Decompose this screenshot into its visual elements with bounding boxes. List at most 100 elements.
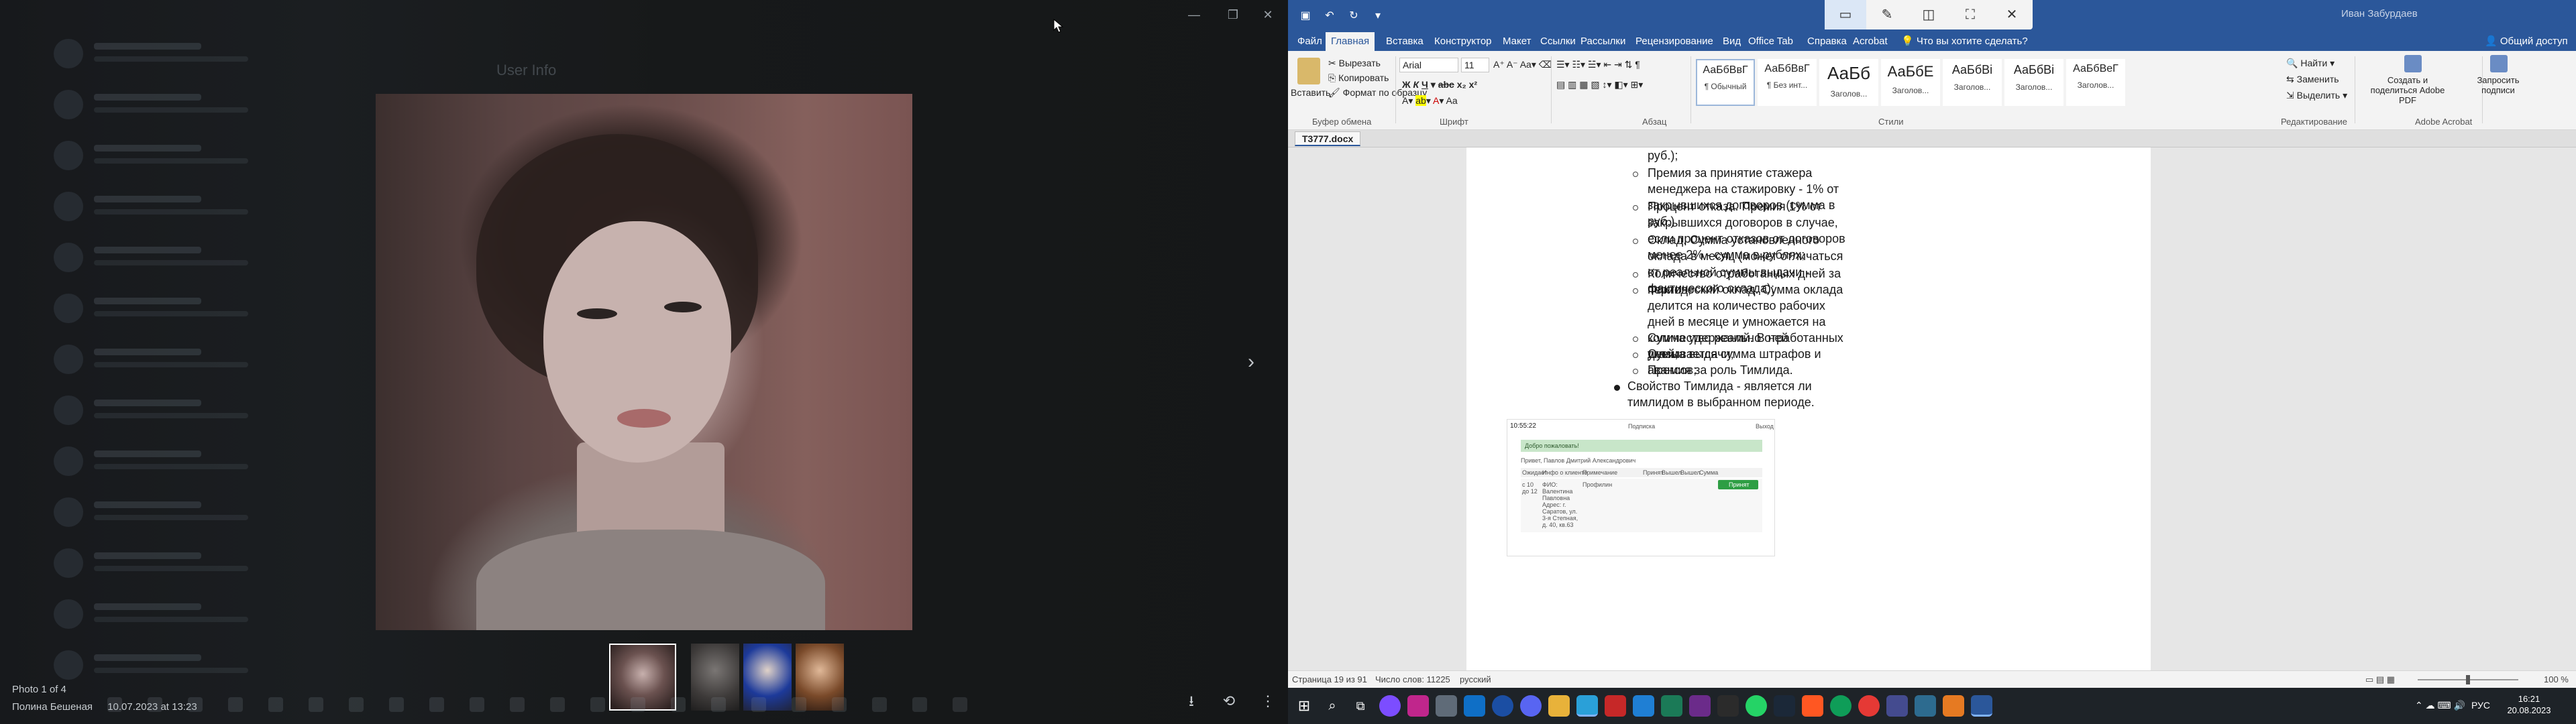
yandex-icon[interactable] <box>1858 695 1880 717</box>
start-windows-icon[interactable]: ⊞ <box>1293 695 1315 717</box>
app-icon-13[interactable] <box>1717 695 1739 717</box>
tab-insert[interactable]: Вставка <box>1381 32 1429 51</box>
fullscreen-snip-icon[interactable]: ⛶ <box>1949 0 1991 29</box>
style-heading-3[interactable]: АаБбВі Заголов... <box>1943 59 2002 106</box>
copy-button[interactable]: ⎘ Копировать <box>1328 72 1389 84</box>
paste-button[interactable]: Вставить <box>1291 87 1330 98</box>
language-indicator[interactable]: русский <box>1460 674 1491 684</box>
minimize-icon[interactable]: — <box>1182 5 1206 24</box>
create-pdf-icon[interactable] <box>2404 55 2422 72</box>
keyboard-language[interactable]: РУС <box>2471 700 2490 711</box>
page-counter[interactable]: Страница 19 из 91 <box>1292 674 1367 684</box>
clock-time: 16:21 <box>2518 694 2540 704</box>
close-icon[interactable]: ✕ <box>1256 5 1280 24</box>
more-options-icon[interactable]: ⋮ <box>1257 690 1279 712</box>
tab-acrobat[interactable]: Acrobat <box>1847 32 1893 51</box>
rotate-icon[interactable]: ⟲ <box>1218 690 1240 712</box>
font-name-field[interactable]: Arial <box>1399 58 1458 72</box>
file-explorer-icon[interactable] <box>1548 695 1570 717</box>
replace-button[interactable]: ⇆ Заменить <box>2286 74 2339 85</box>
rectangle-snip-icon[interactable]: ▭ <box>1825 0 1866 29</box>
cut-button[interactable]: ✂ Вырезать <box>1328 58 1381 69</box>
vscode-icon[interactable] <box>1633 695 1654 717</box>
bg-chat-item <box>54 339 275 379</box>
app-icon-4[interactable] <box>1464 695 1485 717</box>
format-buttons-row[interactable]: Ж К Ч ▾ abc x₂ x² <box>1402 79 1477 90</box>
share-button[interactable]: 👤 Общий доступ <box>2479 32 2573 51</box>
document-page[interactable]: руб.); Премия за принятие стажера менедж… <box>1466 147 2151 670</box>
find-button[interactable]: 🔍 Найти ▾ <box>2286 58 2334 69</box>
style-heading-1[interactable]: АаБб Заголов... <box>1819 59 1878 106</box>
app-icon-21[interactable] <box>1943 695 1964 717</box>
tab-review[interactable]: Рецензирование <box>1630 32 1719 51</box>
download-icon[interactable]: ⭳ <box>1181 690 1202 712</box>
embedded-screenshot[interactable]: 10:55:22 Подписка Выход Добро пожаловать… <box>1507 419 1775 556</box>
bg-chat-item <box>54 237 275 278</box>
tab-layout[interactable]: Макет <box>1497 32 1536 51</box>
save-icon[interactable]: ▣ <box>1296 7 1315 25</box>
style-heading-2[interactable]: АаБбЕ Заголов... <box>1881 59 1940 106</box>
style-no-spacing[interactable]: АаБбВвГ ¶ Без инт... <box>1758 59 1817 106</box>
app-icon-20[interactable] <box>1915 695 1936 717</box>
paste-icon[interactable] <box>1297 58 1320 84</box>
search-icon[interactable]: ⌕ <box>1322 695 1343 717</box>
app-icon-19[interactable] <box>1886 695 1908 717</box>
view-buttons[interactable]: ▭ ▤ ▦ <box>2365 674 2395 685</box>
undo-icon[interactable]: ↶ <box>1320 7 1339 25</box>
tab-file[interactable]: Файл <box>1292 32 1328 51</box>
account-name[interactable]: Иван Забурдаев <box>2341 8 2418 19</box>
app-icon-1[interactable] <box>1379 695 1401 717</box>
tell-me-search[interactable]: 💡 Что вы хотите сделать? <box>1896 32 2033 51</box>
photo-counter: Photo 1 of 4 <box>12 684 66 695</box>
tab-view[interactable]: Вид <box>1717 32 1746 51</box>
edge-icon[interactable] <box>1830 695 1851 717</box>
zoom-slider-thumb[interactable] <box>2466 675 2470 684</box>
discord-icon[interactable] <box>1520 695 1542 717</box>
tab-home[interactable]: Главная <box>1326 32 1375 51</box>
window-snip-icon[interactable]: ◫ <box>1908 0 1949 29</box>
camera-icon[interactable] <box>1436 695 1457 717</box>
app-icon-2[interactable] <box>1407 695 1429 717</box>
font-size-field[interactable]: 11 <box>1461 58 1489 72</box>
task-view-icon[interactable]: ⧉ <box>1350 695 1371 717</box>
app-icon-5[interactable] <box>1492 695 1513 717</box>
grow-shrink-font-icons[interactable]: A⁺ A⁻ Aa▾ ⌫ <box>1493 59 1552 70</box>
filezilla-icon[interactable] <box>1605 695 1626 717</box>
next-photo-chevron-icon[interactable]: › <box>1241 349 1261 375</box>
accept-button[interactable]: Принят <box>1718 480 1758 489</box>
telegram-icon[interactable] <box>1576 695 1598 717</box>
style-heading-5[interactable]: АаБбВеГ Заголов... <box>2066 59 2125 106</box>
create-share-pdf-button[interactable]: Создать и поделиться Adobe PDF <box>2364 75 2451 105</box>
app-icon-12[interactable] <box>1689 695 1711 717</box>
tab-help[interactable]: Справка <box>1802 32 1852 51</box>
zoom-level[interactable]: 100 % <box>2544 674 2569 684</box>
tray-icons[interactable]: ⌃ ☁ ⌨ 🔊 <box>2415 700 2465 711</box>
tab-mailings[interactable]: Рассылки <box>1575 32 1631 51</box>
tab-references[interactable]: Ссылки <box>1535 32 1581 51</box>
clock[interactable]: 16:21 20.08.2023 <box>2496 693 2563 716</box>
quick-access-more-icon[interactable]: ▾ <box>1368 7 1387 25</box>
word-count[interactable]: Число слов: 11225 <box>1375 674 1450 684</box>
app-icon-11[interactable] <box>1661 695 1682 717</box>
document-tab[interactable]: Т3777.docx <box>1295 131 1361 146</box>
maximize-icon[interactable]: ❐ <box>1221 5 1245 24</box>
steam-icon[interactable] <box>1774 695 1795 717</box>
photo-main[interactable] <box>376 94 912 630</box>
word-icon[interactable] <box>1971 695 1992 717</box>
app-icon-16[interactable] <box>1802 695 1823 717</box>
list-buttons-row[interactable]: ☰▾ ☷▾ ☱▾ ⇤ ⇥ ⇅ ¶ <box>1556 59 1640 70</box>
select-button[interactable]: ⇲ Выделить ▾ <box>2286 90 2347 101</box>
close-snip-icon[interactable]: ✕ <box>1991 0 2033 29</box>
effects-row[interactable]: A▾ ab▾ A▾ Aa <box>1402 95 1458 107</box>
tab-design[interactable]: Конструктор <box>1429 32 1497 51</box>
request-signatures-icon[interactable] <box>2490 55 2508 72</box>
redo-icon[interactable]: ↻ <box>1344 7 1363 25</box>
tab-office-tab[interactable]: Office Tab <box>1743 32 1799 51</box>
align-buttons-row[interactable]: ▤ ▥ ▦ ▧ ↕▾ ◧▾ ⊞▾ <box>1556 79 1643 90</box>
freeform-snip-icon[interactable]: ✎ <box>1866 0 1908 29</box>
whatsapp-icon[interactable] <box>1746 695 1767 717</box>
style-heading-4[interactable]: АаБбВі Заголов... <box>2004 59 2063 106</box>
style-normal[interactable]: АаБбВвГ ¶ Обычный <box>1696 59 1755 106</box>
thumbnail-3[interactable] <box>743 644 792 711</box>
request-signatures-button[interactable]: Запросить подписи <box>2463 75 2533 95</box>
